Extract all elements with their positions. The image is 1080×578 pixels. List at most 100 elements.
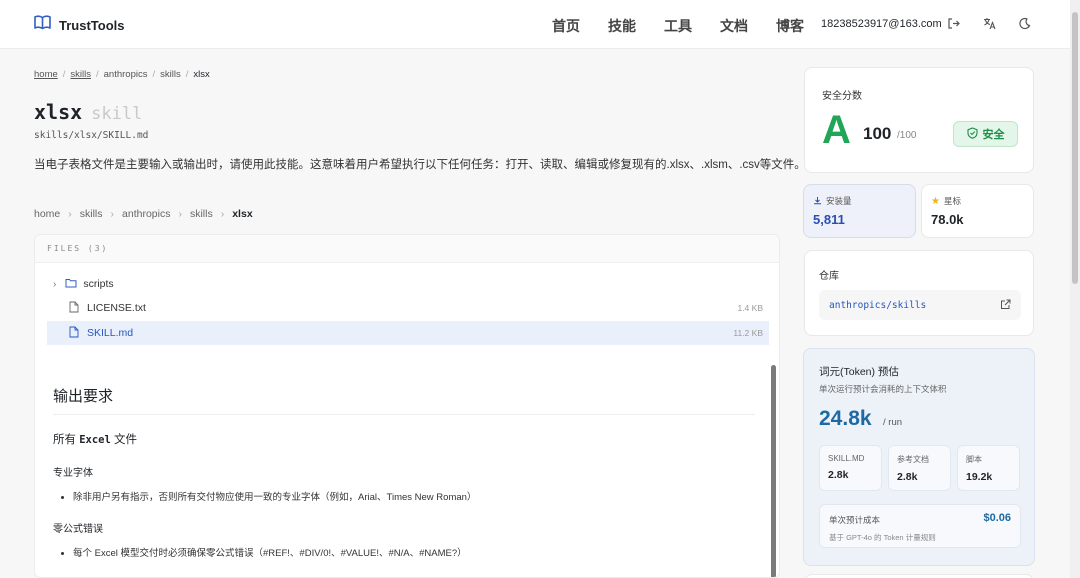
file-breadcrumb-skills[interactable]: skills — [80, 208, 103, 220]
repository-link-text: anthropics/skills — [829, 300, 927, 311]
nav-tools[interactable]: 工具 — [664, 16, 692, 36]
logo[interactable]: TrustTools — [34, 15, 124, 35]
token-scripts-label: 脚本 — [966, 455, 982, 464]
skill-name: xlsx — [34, 100, 83, 124]
doc-section-title: 零公式错误 — [53, 524, 103, 535]
security-grade: A — [822, 108, 851, 152]
page-title: xlsx skill — [34, 100, 142, 124]
book-icon — [34, 15, 51, 35]
file-row-license[interactable]: LICENSE.txt 1.4 KB — [47, 296, 769, 320]
breadcrumb-current: xlsx — [193, 69, 210, 80]
chevron-right-icon: › — [178, 208, 182, 220]
repository-card: 仓库 anthropics/skills — [804, 250, 1034, 336]
file-name: SKILL.md — [87, 327, 134, 339]
preview-scrollbar[interactable] — [771, 365, 776, 577]
file-breadcrumb-skills-2[interactable]: skills — [190, 208, 213, 220]
breadcrumb: home / skills / anthropics / skills / xl… — [34, 69, 210, 80]
token-references-value: 2.8k — [897, 471, 918, 483]
stars-label: 星标 — [943, 196, 961, 206]
top-header: TrustTools 首页 技能 工具 文档 博客 18238523917@16… — [0, 0, 1070, 49]
files-header: FILES (3) — [35, 235, 779, 263]
doc-list-item: 每个 Excel 模型交付时必须确保零公式错误（#REF!、#DIV/0!、#V… — [73, 545, 755, 559]
skill-description: 当电子表格文件是主要输入或输出时，请使用此技能。这意味着用户希望执行以下任何任务… — [34, 159, 806, 171]
doc-subheading-code: Excel — [79, 434, 111, 446]
repository-link[interactable]: anthropics/skills — [819, 290, 1021, 320]
breadcrumb-skills[interactable]: skills — [70, 69, 91, 80]
next-card — [804, 574, 1034, 578]
file-breadcrumb-home[interactable]: home — [34, 208, 60, 220]
file-row-skill-md[interactable]: SKILL.md 11.2 KB — [47, 321, 769, 345]
token-scripts-value: 19.2k — [966, 471, 993, 483]
token-total: 24.8k — [819, 407, 872, 430]
chevron-right-icon: › — [110, 208, 115, 220]
breadcrumb-separator: / — [96, 69, 99, 80]
nav-blog[interactable]: 博客 — [776, 16, 804, 36]
file-size: 1.4 KB — [737, 303, 763, 313]
breadcrumb-anthropics: anthropics — [103, 69, 148, 80]
nav-home[interactable]: 首页 — [552, 16, 580, 36]
status-badge: 安全 — [953, 121, 1018, 147]
doc-subheading: 所有 Excel 文件 — [53, 431, 755, 447]
shield-check-icon — [966, 126, 978, 142]
brand-name: TrustTools — [59, 17, 125, 33]
token-scripts: 脚本 19.2k — [957, 445, 1020, 491]
token-references: 参考文档 2.8k — [888, 445, 951, 491]
doc-list-item: 除非用户另有指示，否则所有交付物应使用一致的专业字体（例如，Arial、Time… — [73, 489, 755, 503]
stars-stat: ★ 星标 78.0k — [921, 184, 1034, 238]
file-icon — [69, 326, 79, 341]
token-estimate-card: 词元(Token) 预估 单次运行预计会消耗的上下文体积 24.8k / run… — [803, 348, 1035, 566]
breadcrumb-skills-2: skills — [160, 69, 181, 80]
breadcrumb-separator: / — [185, 69, 189, 80]
cost-value: $0.06 — [983, 512, 1011, 524]
doc-subheading-prefix: 所有 — [53, 434, 76, 446]
page-scrollbar-thumb[interactable] — [1072, 12, 1078, 284]
breadcrumb-home[interactable]: home — [34, 69, 58, 80]
token-references-label: 参考文档 — [897, 455, 929, 464]
chevron-right-icon: › — [220, 208, 225, 220]
installs-label: 安装量 — [826, 196, 852, 206]
file-breadcrumb-anthropics[interactable]: anthropics — [122, 208, 170, 220]
cost-label: 单次预计成本 — [829, 515, 881, 525]
logout-icon[interactable] — [947, 17, 961, 31]
file-browser: FILES (3) › scripts LICENSE.txt 1.4 KB S… — [34, 234, 780, 578]
cost-estimate: 单次预计成本 $0.06 基于 GPT-4o 的 Token 计量规则 — [819, 504, 1021, 548]
file-row-scripts[interactable]: › scripts — [47, 272, 769, 296]
security-score-card: 安全分数 A 100 /100 安全 — [804, 67, 1034, 173]
token-skill-md-value: 2.8k — [828, 469, 849, 481]
skill-path: skills/xlsx/SKILL.md — [34, 130, 149, 141]
file-breadcrumb: home › skills › anthropics › skills › xl… — [34, 208, 253, 220]
download-icon — [813, 196, 822, 207]
nav-skills[interactable]: 技能 — [608, 16, 636, 36]
user-email[interactable]: 18238523917@163.com — [821, 18, 942, 30]
breadcrumb-separator: / — [62, 69, 66, 80]
installs-stat: 安装量 5,811 — [803, 184, 916, 238]
file-icon — [69, 301, 79, 316]
token-unit: / run — [883, 417, 903, 428]
status-badge-label: 安全 — [982, 129, 1005, 141]
security-score-max: /100 — [897, 130, 917, 141]
repository-label: 仓库 — [819, 271, 839, 282]
skill-kind: skill — [91, 104, 143, 124]
page-scrollbar[interactable] — [1070, 0, 1080, 578]
stars-value: 78.0k — [931, 212, 964, 227]
main-nav: 首页 技能 工具 文档 博客 — [552, 16, 804, 36]
installs-value: 5,811 — [813, 212, 845, 227]
security-label: 安全分数 — [822, 91, 862, 102]
file-name: LICENSE.txt — [87, 302, 146, 314]
nav-docs[interactable]: 文档 — [720, 16, 748, 36]
translate-icon[interactable] — [983, 17, 997, 31]
token-skill-md: SKILL.MD 2.8k — [819, 445, 882, 491]
installs-label-row: 安装量 — [813, 195, 852, 207]
token-title: 词元(Token) 预估 — [819, 366, 899, 378]
external-link-icon — [1000, 299, 1011, 313]
moon-icon[interactable] — [1018, 17, 1032, 31]
cost-note: 基于 GPT-4o 的 Token 计量规则 — [829, 533, 936, 542]
folder-icon — [65, 278, 77, 291]
token-skill-md-label: SKILL.MD — [828, 454, 865, 463]
doc-heading: 输出要求 — [53, 385, 755, 415]
file-size: 11.2 KB — [733, 328, 763, 338]
stars-label-row: ★ 星标 — [931, 195, 961, 207]
breadcrumb-separator: / — [152, 69, 156, 80]
doc-section-title: 专业字体 — [53, 468, 93, 479]
markdown-preview: 输出要求 所有 Excel 文件 专业字体 除非用户另有指示，否则所有交付物应使… — [53, 385, 755, 559]
